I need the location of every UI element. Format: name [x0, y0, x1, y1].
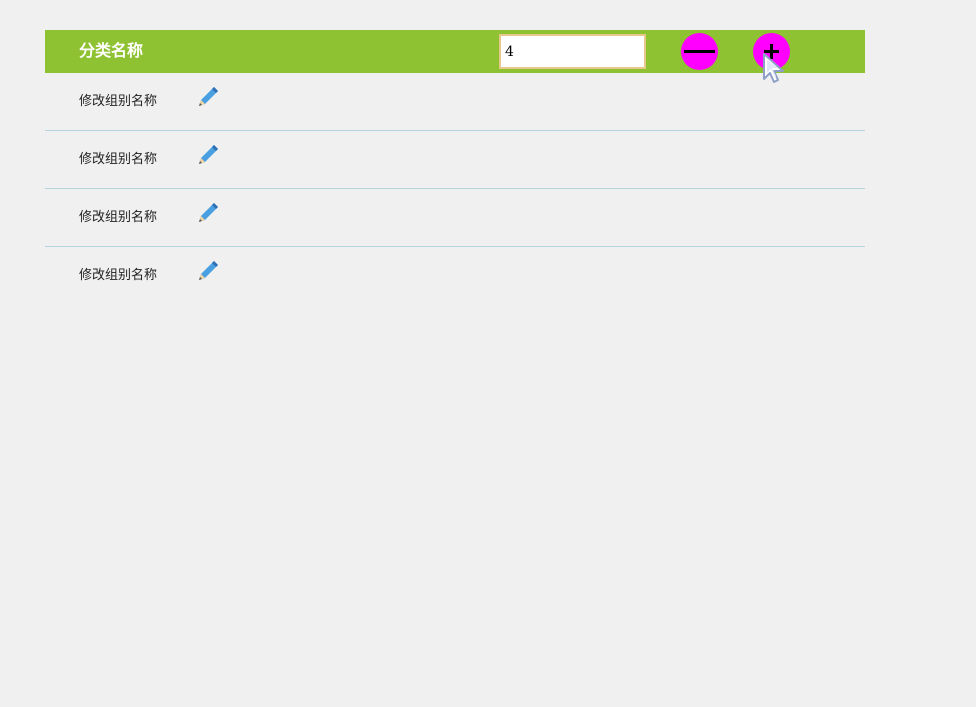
- remove-group-button[interactable]: [681, 33, 718, 70]
- pencil-icon[interactable]: [195, 142, 221, 168]
- group-row: 修改组别名称: [45, 189, 865, 247]
- minus-icon: [684, 50, 715, 53]
- group-name-label: 修改组别名称: [79, 94, 158, 109]
- pencil-icon[interactable]: [195, 200, 221, 226]
- group-name-label: 修改组别名称: [79, 210, 158, 225]
- group-row: 修改组别名称: [45, 73, 865, 131]
- plus-icon-vertical: [770, 44, 773, 59]
- category-panel: 分类名称 修改组别名称 修改组别名称: [45, 30, 865, 304]
- group-list: 修改组别名称 修改组别名称 修改组别名称 修改组别名称: [45, 73, 865, 304]
- group-count-input[interactable]: [499, 34, 646, 69]
- category-title: 分类名称: [79, 41, 144, 60]
- group-name-label: 修改组别名称: [79, 152, 158, 167]
- pencil-icon[interactable]: [195, 258, 221, 284]
- pencil-icon[interactable]: [195, 84, 221, 110]
- category-header: 分类名称: [45, 30, 865, 83]
- group-row: 修改组别名称: [45, 131, 865, 189]
- add-group-button[interactable]: [753, 33, 790, 70]
- group-row: 修改组别名称: [45, 247, 865, 304]
- group-name-label: 修改组别名称: [79, 268, 158, 283]
